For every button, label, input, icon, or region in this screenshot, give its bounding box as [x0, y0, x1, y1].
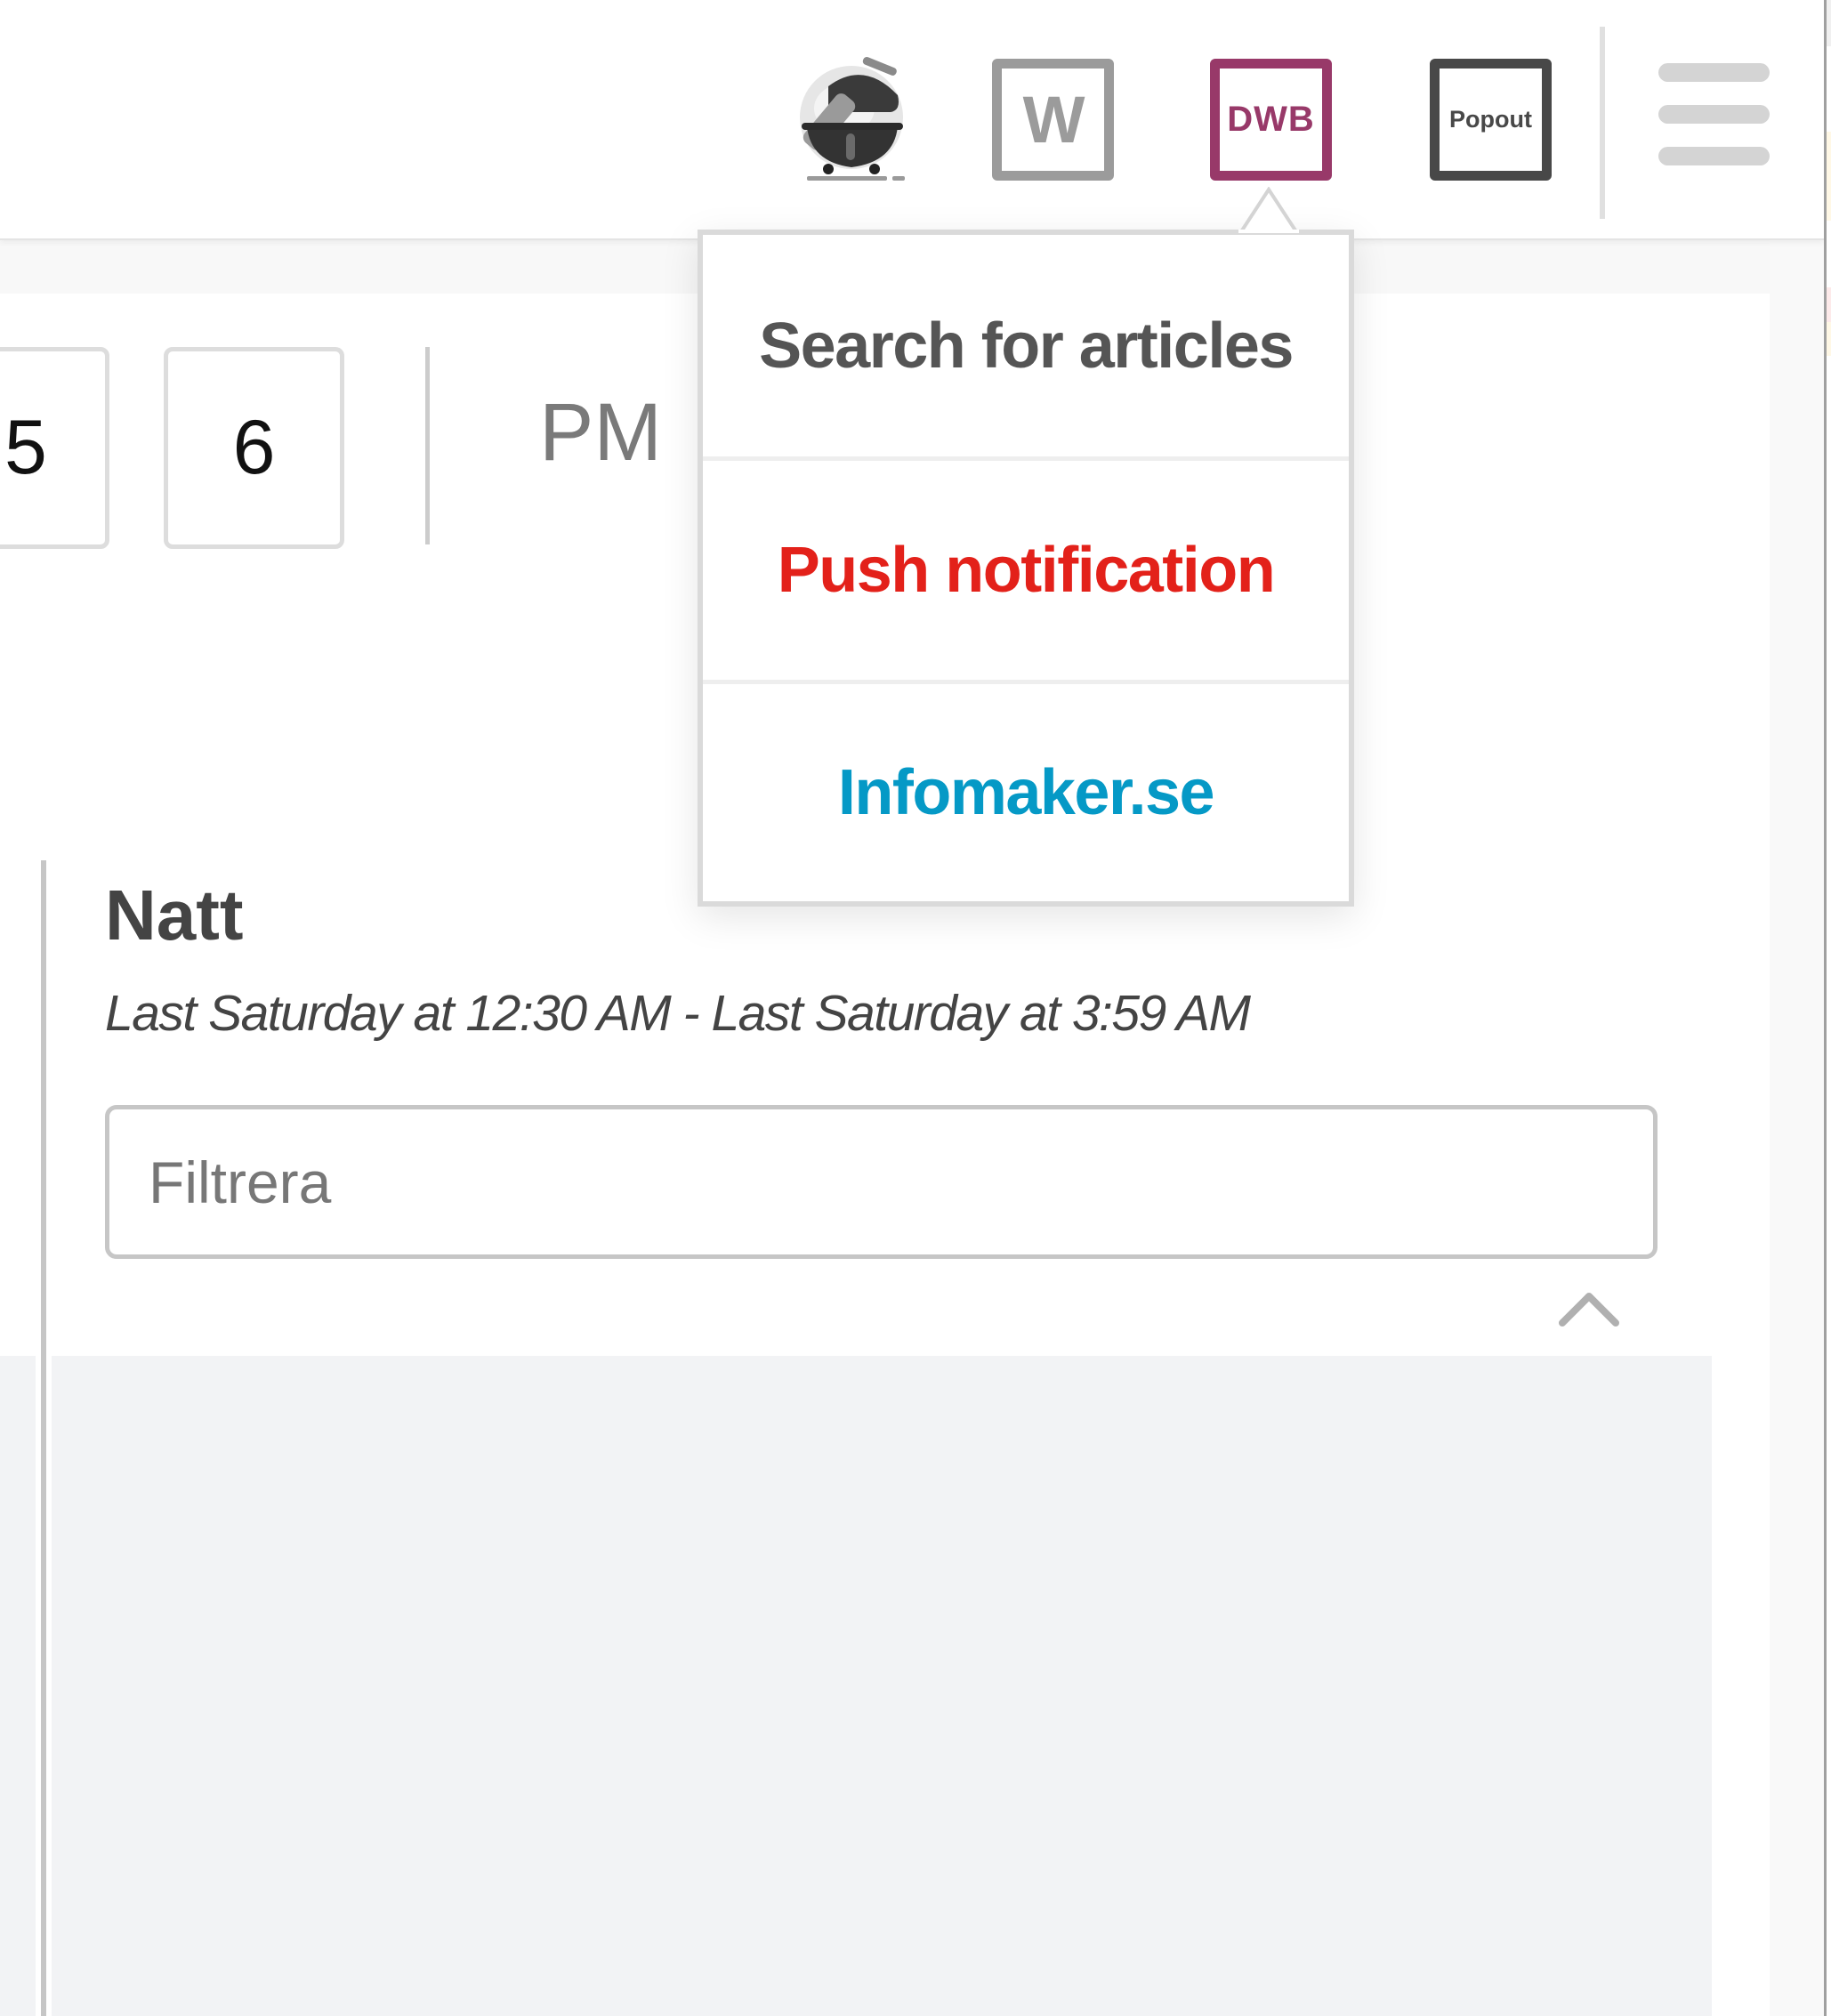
w-icon: W — [1022, 83, 1085, 157]
collapse-button[interactable] — [1557, 1286, 1621, 1330]
grill-plugin-button[interactable] — [793, 55, 917, 184]
hamburger-menu-icon-bar — [1658, 147, 1770, 165]
dwb-icon: DWB — [1227, 100, 1315, 139]
dwb-plugin-button[interactable]: DWB — [1210, 59, 1332, 181]
chevron-up-icon — [1559, 1293, 1619, 1327]
event-date-range: Last Saturday at 12:30 AM - Last Saturda… — [105, 985, 1251, 1042]
popout-button[interactable]: Popout — [1430, 59, 1552, 181]
dwb-popover-menu: Search for articles Push notification In… — [698, 230, 1354, 907]
hour-option-6[interactable]: 6 — [164, 347, 344, 549]
strip-row — [1827, 287, 1831, 322]
header-divider — [1600, 27, 1605, 219]
strip-row — [1827, 0, 1831, 46]
grill-icon — [800, 57, 905, 181]
popout-icon: Popout — [1449, 106, 1532, 133]
hamburger-menu-icon-bar — [1658, 63, 1770, 82]
app-header: W DWB Popout — [0, 0, 1824, 240]
adjacent-pane-edge — [1824, 0, 1831, 2016]
right-gutter — [1770, 240, 1824, 2016]
left-column-area — [0, 1356, 36, 2016]
hamburger-menu-button[interactable] — [1658, 63, 1770, 165]
event-title: Natt — [105, 875, 244, 955]
filter-input[interactable] — [105, 1105, 1658, 1259]
strip-row — [1827, 322, 1831, 356]
popover-caret — [1237, 186, 1301, 235]
time-picker-divider — [425, 347, 430, 544]
hour-option-5[interactable]: 5 — [0, 347, 109, 549]
strip-row — [1827, 132, 1831, 221]
meridiem-toggle[interactable]: PM — [539, 391, 662, 473]
hamburger-menu-icon-bar — [1658, 105, 1770, 124]
menu-item-push-notification[interactable]: Push notification — [703, 461, 1349, 680]
timeline-line — [41, 860, 46, 2016]
results-list-area — [52, 1356, 1712, 2016]
w-plugin-button[interactable]: W — [992, 59, 1114, 181]
menu-item-infomaker-link[interactable]: Infomaker.se — [703, 684, 1349, 901]
menu-item-search-articles[interactable]: Search for articles — [703, 235, 1349, 456]
